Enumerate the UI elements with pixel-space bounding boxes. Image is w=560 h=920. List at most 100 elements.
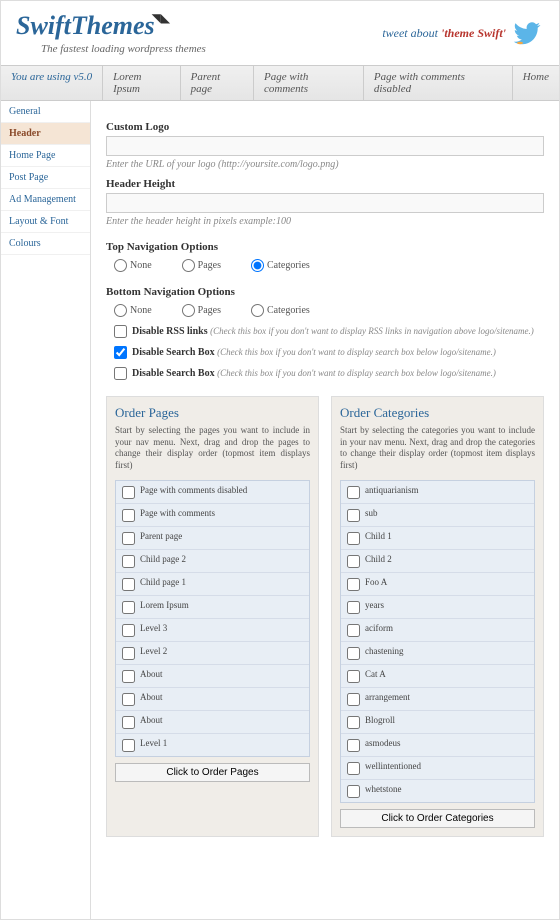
sidebar-item[interactable]: Post Page [1,167,90,189]
checkbox-input[interactable] [114,367,127,380]
list-item[interactable]: aciform [341,619,534,642]
list-item-label: wellintentioned [365,761,421,771]
radio-input[interactable] [182,259,195,272]
radio-input[interactable] [114,259,127,272]
list-item[interactable]: Foo A [341,573,534,596]
list-item[interactable]: antiquarianism [341,481,534,504]
list-checkbox[interactable] [122,670,135,683]
list-item-label: Page with comments [140,508,215,518]
list-checkbox[interactable] [122,601,135,614]
list-item[interactable]: Level 2 [116,642,309,665]
list-item[interactable]: Blogroll [341,711,534,734]
topbar-item[interactable]: Page with comments disabled [363,66,512,100]
order-cats-button[interactable]: Click to Order Categories [340,809,535,828]
checkbox-hint: (Check this box if you don't want to dis… [210,326,534,336]
radio-option[interactable]: Pages [182,259,221,272]
list-item[interactable]: chastening [341,642,534,665]
list-checkbox[interactable] [347,486,360,499]
radio-input[interactable] [251,304,264,317]
list-checkbox[interactable] [122,555,135,568]
list-item-label: whetstone [365,784,402,794]
order-pages-button[interactable]: Click to Order Pages [115,763,310,782]
list-checkbox[interactable] [347,509,360,522]
checkbox-input[interactable] [114,325,127,338]
radio-input[interactable] [251,259,264,272]
list-checkbox[interactable] [122,578,135,591]
header-height-input[interactable] [106,193,544,213]
list-item-label: asmodeus [365,738,401,748]
topbar-item[interactable]: Lorem Ipsum [102,66,180,100]
list-item[interactable]: Level 3 [116,619,309,642]
list-checkbox[interactable] [347,670,360,683]
radio-input[interactable] [182,304,195,317]
topbar-item[interactable]: Home [512,66,559,100]
radio-option[interactable]: Categories [251,259,310,272]
list-checkbox[interactable] [122,532,135,545]
list-checkbox[interactable] [347,785,360,798]
topbar-item[interactable]: Parent page [180,66,253,100]
list-item-label: About [140,692,163,702]
list-checkbox[interactable] [122,509,135,522]
list-checkbox[interactable] [122,716,135,729]
list-item-label: Level 1 [140,738,167,748]
list-checkbox[interactable] [347,693,360,706]
radio-label: Categories [267,260,310,271]
list-item[interactable]: Child page 1 [116,573,309,596]
sidebar-item[interactable]: Colours [1,233,90,255]
list-checkbox[interactable] [347,624,360,637]
list-item[interactable]: years [341,596,534,619]
radio-option[interactable]: Pages [182,304,221,317]
list-item[interactable]: Parent page [116,527,309,550]
list-checkbox[interactable] [122,486,135,499]
custom-logo-input[interactable] [106,136,544,156]
sidebar-item[interactable]: Layout & Font [1,211,90,233]
list-item[interactable]: arrangement [341,688,534,711]
list-item[interactable]: Child 2 [341,550,534,573]
radio-label: Pages [198,305,221,316]
sidebar-item[interactable]: Ad Management [1,189,90,211]
list-item[interactable]: sub [341,504,534,527]
list-item[interactable]: About [116,688,309,711]
list-item[interactable]: Child 1 [341,527,534,550]
list-checkbox[interactable] [347,647,360,660]
list-checkbox[interactable] [122,693,135,706]
list-item[interactable]: Lorem Ipsum [116,596,309,619]
list-item[interactable]: About [116,711,309,734]
list-item[interactable]: whetstone [341,780,534,802]
list-item[interactable]: Page with comments disabled [116,481,309,504]
topbar-item[interactable]: Page with comments [253,66,363,100]
logo-text: SwiftThemes [16,11,155,40]
list-checkbox[interactable] [122,647,135,660]
header: SwiftThemes◥◣ The fastest loading wordpr… [1,1,559,65]
list-item[interactable]: Level 1 [116,734,309,756]
radio-label: Categories [267,305,310,316]
list-item[interactable]: wellintentioned [341,757,534,780]
list-item[interactable]: asmodeus [341,734,534,757]
custom-logo-label: Custom Logo [106,121,544,133]
sidebar-item[interactable]: General [1,101,90,123]
list-checkbox[interactable] [347,578,360,591]
list-checkbox[interactable] [347,555,360,568]
radio-option[interactable]: Categories [251,304,310,317]
list-checkbox[interactable] [347,601,360,614]
radio-option[interactable]: None [114,259,152,272]
checkbox-input[interactable] [114,346,127,359]
bot-nav-title: Bottom Navigation Options [106,286,544,298]
sidebar-item[interactable]: Header [1,123,90,145]
list-checkbox[interactable] [347,716,360,729]
radio-input[interactable] [114,304,127,317]
checkbox-label: Disable Search Box [132,368,217,379]
sidebar-item[interactable]: Home Page [1,145,90,167]
tweet-link[interactable]: tweet about 'theme Swift' [382,19,544,47]
list-item[interactable]: Cat A [341,665,534,688]
list-checkbox[interactable] [347,532,360,545]
checkbox-label: Disable Search Box [132,347,217,358]
list-checkbox[interactable] [122,624,135,637]
list-item[interactable]: Child page 2 [116,550,309,573]
list-item[interactable]: Page with comments [116,504,309,527]
list-item-label: sub [365,508,378,518]
list-item[interactable]: About [116,665,309,688]
list-checkbox[interactable] [347,762,360,775]
radio-option[interactable]: None [114,304,152,317]
checkbox-row: Disable RSS links (Check this box if you… [106,325,544,338]
